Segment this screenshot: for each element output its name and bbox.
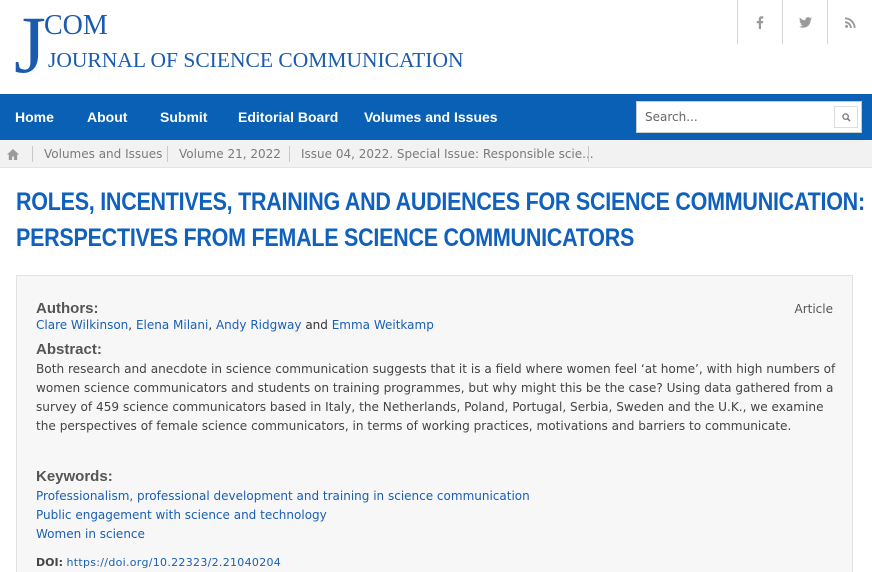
search-box bbox=[636, 101, 862, 133]
breadcrumb-separator bbox=[588, 146, 589, 162]
search-icon bbox=[841, 112, 851, 122]
author-link[interactable]: Emma Weitkamp bbox=[332, 318, 434, 332]
site-header: J COM JOURNAL OF SCIENCE COMMUNICATION bbox=[0, 0, 872, 94]
keyword-link[interactable]: Public engagement with science and techn… bbox=[36, 508, 327, 522]
article-info-panel: Authors: Article Clare Wilkinson, Elena … bbox=[16, 275, 853, 572]
authors-list: Clare Wilkinson, Elena Milani, Andy Ridg… bbox=[36, 318, 434, 332]
search-input[interactable] bbox=[637, 102, 833, 132]
doi-link[interactable]: https://doi.org/10.22323/2.21040204 bbox=[66, 556, 281, 569]
nav-editorial-board[interactable]: Editorial Board bbox=[238, 94, 338, 140]
article-title-line-2: PERSPECTIVES FROM FEMALE SCIENCE COMMUNI… bbox=[16, 224, 635, 252]
breadcrumb-separator bbox=[167, 146, 168, 162]
facebook-icon[interactable] bbox=[737, 0, 782, 44]
keyword-link[interactable]: Women in science bbox=[36, 527, 145, 541]
nav-submit[interactable]: Submit bbox=[160, 94, 207, 140]
article-title: ROLES, INCENTIVES, TRAINING AND AUDIENCE… bbox=[16, 184, 867, 256]
breadcrumb-separator bbox=[32, 146, 33, 162]
home-icon[interactable] bbox=[6, 146, 22, 162]
author-link[interactable]: Clare Wilkinson bbox=[36, 318, 128, 332]
abstract-label: Abstract: bbox=[36, 341, 102, 358]
main-nav: Home About Submit Editorial Board Volume… bbox=[0, 94, 872, 140]
nav-about[interactable]: About bbox=[87, 94, 127, 140]
breadcrumb-volumes-and-issues[interactable]: Volumes and Issues bbox=[44, 140, 162, 168]
keywords-label: Keywords: bbox=[36, 468, 113, 485]
breadcrumb: Volumes and Issues Volume 21, 2022 Issue… bbox=[0, 140, 872, 168]
logo-com: COM bbox=[44, 10, 108, 41]
twitter-icon[interactable] bbox=[782, 0, 827, 44]
search-button[interactable] bbox=[834, 106, 858, 128]
rss-icon[interactable] bbox=[827, 0, 872, 44]
jcom-logo[interactable]: J COM JOURNAL OF SCIENCE COMMUNICATION bbox=[14, 6, 514, 90]
doi-label: DOI: bbox=[36, 556, 63, 569]
nav-volumes-and-issues[interactable]: Volumes and Issues bbox=[364, 94, 498, 140]
logo-subtitle: JOURNAL OF SCIENCE COMMUNICATION bbox=[48, 48, 464, 72]
abstract-text: Both research and anecdote in science co… bbox=[36, 362, 836, 433]
keyword-link[interactable]: Professionalism, professional developmen… bbox=[36, 489, 530, 503]
author-link[interactable]: Andy Ridgway bbox=[216, 318, 302, 332]
author-link[interactable]: Elena Milani bbox=[136, 318, 208, 332]
authors-label: Authors: bbox=[36, 300, 99, 317]
breadcrumb-issue[interactable]: Issue 04, 2022. Special Issue: Responsib… bbox=[301, 140, 594, 168]
article-type: Article bbox=[794, 302, 834, 316]
doi: DOI: https://doi.org/10.22323/2.21040204 bbox=[36, 556, 281, 569]
social-links bbox=[737, 0, 872, 44]
logo-j: J bbox=[14, 6, 46, 90]
breadcrumb-volume[interactable]: Volume 21, 2022 bbox=[179, 140, 281, 168]
breadcrumb-separator bbox=[289, 146, 290, 162]
nav-home[interactable]: Home bbox=[15, 94, 54, 140]
article-title-line-1: ROLES, INCENTIVES, TRAINING AND AUDIENCE… bbox=[16, 188, 865, 216]
